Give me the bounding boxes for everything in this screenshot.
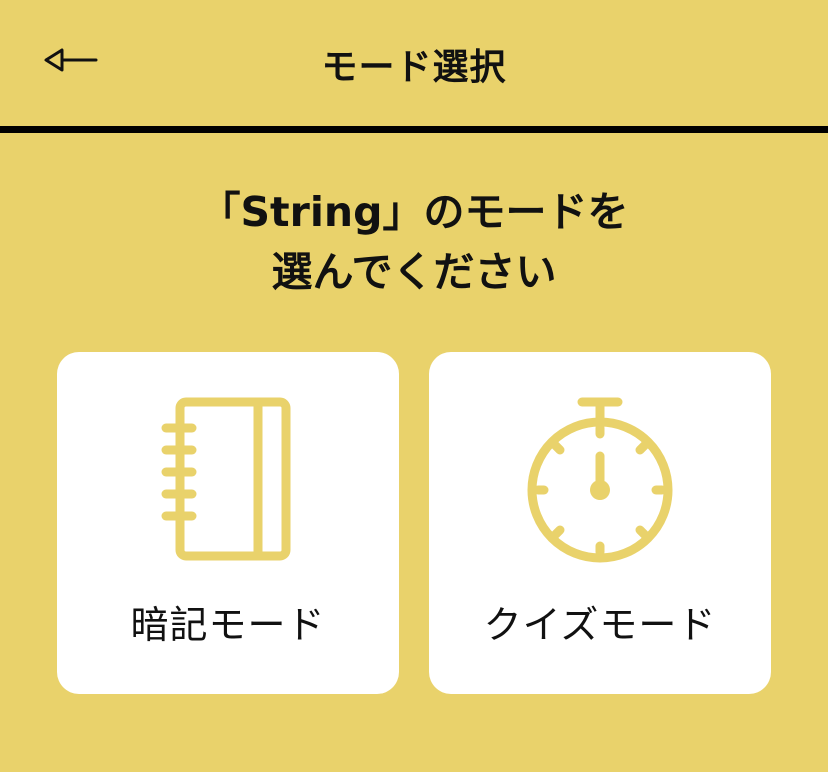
prompt-line-2: 選んでください xyxy=(271,248,557,296)
memorize-mode-label: 暗記モード xyxy=(130,603,326,647)
prompt-line-1: 「String」のモードを xyxy=(199,188,629,236)
mode-prompt: 「String」のモードを 選んでください xyxy=(0,182,828,302)
page-title: モード選択 xyxy=(321,47,507,88)
header-divider xyxy=(0,126,828,133)
notebook-icon xyxy=(161,397,291,561)
mode-select-screen: モード選択 「String」のモードを 選んでください 暗記モード クイズモード xyxy=(0,0,828,772)
memorize-mode-button[interactable]: 暗記モード xyxy=(57,352,399,694)
header: モード選択 xyxy=(0,0,828,126)
stopwatch-icon xyxy=(527,397,673,563)
quiz-mode-button[interactable]: クイズモード xyxy=(429,352,771,694)
quiz-mode-label: クイズモード xyxy=(483,603,717,647)
